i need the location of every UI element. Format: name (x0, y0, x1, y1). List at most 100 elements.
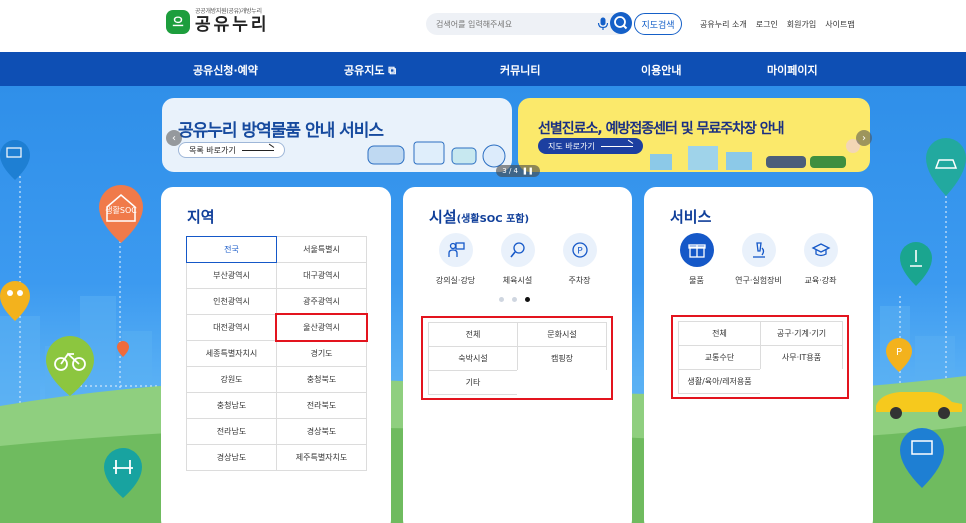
slide-prev-button[interactable]: ‹ (166, 130, 182, 146)
facility-pagination (499, 297, 530, 302)
service-cat-all[interactable]: 전체 (678, 321, 761, 346)
region-gyeongnam[interactable]: 경상남도 (186, 444, 277, 471)
facility-parking[interactable]: P 주차장 (551, 233, 609, 286)
microscope-pin-icon (900, 242, 932, 286)
facility-cat-etc[interactable]: 기타 (428, 370, 518, 395)
region-jeonbuk[interactable]: 전라북도 (276, 392, 367, 419)
region-card: 지역 전국 서울특별시 부산광역시 대구광역시 인천광역시 광주광역시 대전광역… (161, 187, 391, 523)
bicycle-pin-icon (46, 336, 94, 396)
nav-reservation[interactable]: 공유신청·예약 (193, 62, 258, 78)
region-gyeonggi[interactable]: 경기도 (276, 340, 367, 367)
arrow-right-icon (241, 149, 274, 151)
service-cat-transport[interactable]: 교통수단 (678, 345, 761, 370)
service-card-title: 서비스 (670, 208, 712, 226)
lecture-icon (447, 242, 465, 257)
search-icon (614, 16, 628, 30)
search-bar (426, 12, 632, 35)
link-login[interactable]: 로그인 (756, 19, 778, 30)
microphone-icon[interactable] (597, 17, 609, 31)
search-button[interactable] (610, 12, 632, 34)
region-busan[interactable]: 부산광역시 (186, 262, 277, 289)
map-search-button[interactable]: 지도검색 (634, 13, 682, 35)
region-gangwon[interactable]: 강원도 (186, 366, 277, 393)
microscope-icon (752, 242, 765, 258)
service-card: 서비스 물품 연구·실험장비 교육·강좌 전체 공구·기계·기기 교통수단 사무… (644, 187, 873, 523)
region-jeonnam[interactable]: 전라남도 (186, 418, 277, 445)
facility-category-box: 전체 문화시설 숙박시설 캠핑장 기타 (421, 316, 613, 400)
banner-clinic-info[interactable]: 선별진료소, 예방접종센터 및 무료주차장 안내 지도 바로가기 (518, 98, 870, 172)
nav-community[interactable]: 커뮤니티 (500, 62, 540, 78)
lecture-pin-icon (0, 140, 30, 180)
facility-cat-camping[interactable]: 캠핑장 (517, 346, 607, 371)
region-gwangju[interactable]: 광주광역시 (276, 288, 367, 315)
region-seoul[interactable]: 서울특별시 (276, 236, 367, 263)
region-gyeongbuk[interactable]: 경상북도 (276, 418, 367, 445)
region-daegu[interactable]: 대구광역시 (276, 262, 367, 289)
page-dot[interactable] (499, 297, 504, 302)
pool-pin-icon (104, 448, 142, 498)
facility-cat-all[interactable]: 전체 (428, 322, 518, 347)
service-goods[interactable]: 물품 (668, 233, 726, 286)
banner-map-button[interactable]: 지도 바로가기 (538, 138, 643, 154)
service-education[interactable]: 교육·강좌 (792, 233, 850, 286)
gift-icon (687, 244, 706, 258)
pause-icon[interactable]: ❚❚ (522, 167, 534, 175)
svg-text:P: P (577, 247, 583, 257)
parking-icon: P (571, 242, 588, 258)
svg-text:P: P (896, 347, 902, 358)
region-ulsan[interactable]: 울산광역시 (275, 313, 368, 342)
main-nav: 공유신청·예약 공유지도 ⧉ 커뮤니티 이용안내 마이페이지 (0, 52, 966, 86)
link-sitemap[interactable]: 사이트맵 (825, 19, 854, 30)
living-soc-badge: 생활SOC (105, 205, 137, 215)
facility-cat-lodging[interactable]: 숙박시설 (428, 346, 518, 371)
facility-cat-culture[interactable]: 문화시설 (517, 322, 607, 347)
service-cat-office-it[interactable]: 사무·IT용품 (760, 345, 843, 370)
computer-pin-icon (900, 428, 944, 488)
region-jeju[interactable]: 제주특별자치도 (276, 444, 367, 471)
service-cat-living-leisure[interactable]: 생활/육아/레저용품 (678, 369, 761, 394)
region-card-title: 지역 (187, 208, 215, 226)
nav-guide[interactable]: 이용안내 (641, 62, 681, 78)
banner-title: 공유누리 방역물품 안내 서비스 (178, 121, 384, 141)
nav-mypage[interactable]: 마이페이지 (767, 62, 818, 78)
banner-list-button[interactable]: 목록 바로가기 (178, 142, 285, 158)
site-logo[interactable]: 으 공공개방지원(공유)개방누리 공유누리 (166, 9, 270, 34)
logo-title: 공유누리 (195, 15, 270, 35)
banner-title: 선별진료소, 예방접종센터 및 무료주차장 안내 (538, 121, 785, 137)
region-grid: 전국 서울특별시 부산광역시 대구광역시 인천광역시 광주광역시 대전광역시 울… (186, 236, 368, 471)
page-dot[interactable] (512, 297, 517, 302)
region-sejong[interactable]: 세종특별자치시 (186, 340, 277, 367)
logo-mark: 으 (166, 9, 190, 34)
facility-lecture-room[interactable]: 강의실·강당 (427, 233, 485, 286)
service-cat-tools[interactable]: 공구·기계·기기 (760, 321, 843, 346)
slide-pager: 3 / 4 ❚❚ (496, 165, 540, 177)
facility-sports[interactable]: 체육시설 (489, 233, 547, 286)
location-pin-icon (117, 341, 129, 357)
podium-pin-icon (926, 138, 966, 196)
top-links: 공유누리 소개 로그인 회원가입 사이트맵 (700, 19, 855, 30)
region-incheon[interactable]: 인천광역시 (186, 288, 277, 315)
facility-card-title: 시설(생활SOC 포함) (429, 208, 530, 226)
arrow-right-icon (600, 145, 633, 147)
parking-pin-icon: P (886, 338, 912, 372)
slide-counter: 3 / 4 (502, 167, 518, 175)
region-chungbuk[interactable]: 충청북도 (276, 366, 367, 393)
link-signup[interactable]: 회원가입 (787, 19, 816, 30)
facility-card: 시설(생활SOC 포함) 강의실·강당 체육시설 P 주차장 전체 문화시설 숙… (403, 187, 632, 523)
service-research-equipment[interactable]: 연구·실험장비 (730, 233, 788, 286)
medical-goods-illustration (367, 141, 506, 168)
facility-icon-row: 강의실·강당 체육시설 P 주차장 (403, 233, 632, 286)
link-about[interactable]: 공유누리 소개 (700, 19, 747, 30)
page-dot-active[interactable] (525, 297, 530, 302)
slide-next-button[interactable]: › (856, 130, 872, 146)
service-category-box: 전체 공구·기계·기기 교통수단 사무·IT용품 생활/육아/레저용품 (671, 315, 849, 399)
graduation-cap-icon (811, 243, 830, 257)
region-all[interactable]: 전국 (186, 236, 277, 263)
banner-quarantine-goods[interactable]: 공유누리 방역물품 안내 서비스 목록 바로가기 (162, 98, 512, 172)
region-chungnam[interactable]: 충청남도 (186, 392, 277, 419)
nav-share-map[interactable]: 공유지도 ⧉ (344, 62, 396, 78)
region-daejeon[interactable]: 대전광역시 (186, 314, 277, 341)
living-soc-pin-icon: 생활SOC (99, 185, 143, 243)
search-input[interactable] (436, 16, 586, 32)
sports-icon (509, 242, 525, 258)
